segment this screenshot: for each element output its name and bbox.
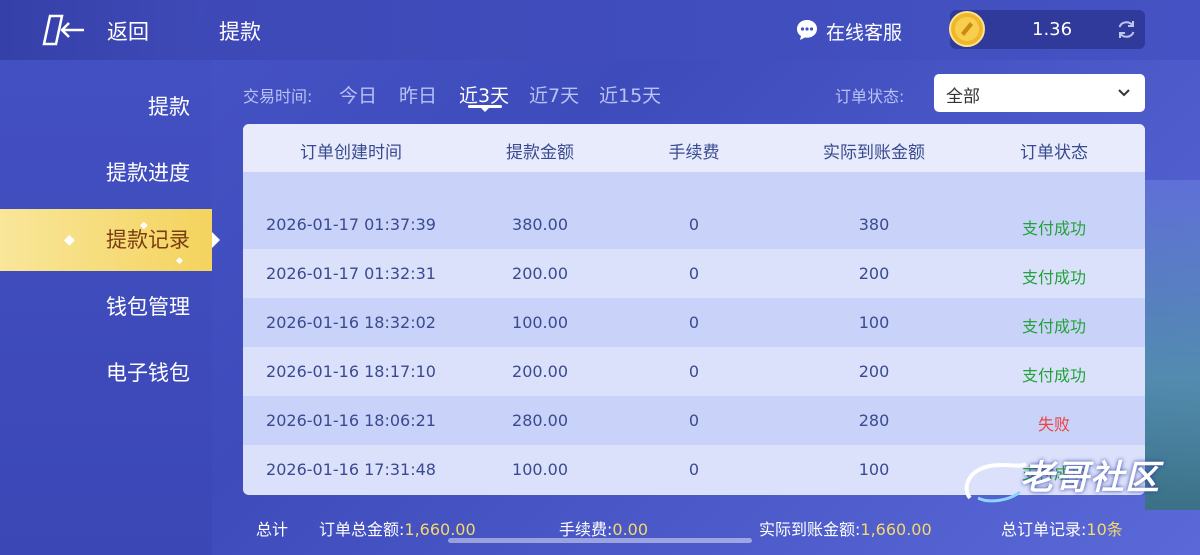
cell-amount: 200.00 (512, 264, 568, 283)
sparkle-icon: ◆ (64, 232, 75, 248)
coin-icon (949, 11, 985, 47)
cell-time: 2026-01-16 17:31:48 (266, 460, 436, 479)
time-filter-label: 交易时间: (243, 87, 313, 106)
cell-actual: 380 (858, 215, 890, 234)
table-spacer-row (243, 172, 1145, 200)
cell-status: 支付成功 (1021, 219, 1087, 238)
cell-amount: 100.00 (512, 313, 568, 332)
chevron-down-icon (1118, 89, 1130, 97)
cell-actual: 280 (858, 411, 890, 430)
records-value: 10条 (1086, 520, 1123, 539)
order-total-summary: 订单总金额:1,660.00 (319, 516, 476, 540)
cell-actual: 100 (858, 313, 890, 332)
tab-last-15-days[interactable]: 近15天 (599, 81, 661, 108)
cell-actual: 100 (858, 460, 890, 479)
cell-time: 2026-01-17 01:37:39 (266, 215, 436, 234)
sparkle-icon: ◆ (176, 256, 183, 266)
cell-fee: 0 (688, 313, 700, 332)
column-header-fee: 手续费 (668, 143, 720, 163)
fee-summary: 手续费:0.00 (559, 516, 648, 540)
cell-fee: 0 (688, 362, 700, 381)
cell-actual: 200 (858, 264, 890, 283)
sidebar-item-wallet-management[interactable]: 钱包管理 (0, 276, 212, 338)
watermark-text: 老哥社区 (1020, 458, 1160, 498)
column-header-actual: 实际到账金额 (823, 143, 925, 163)
sparkle-icon: ◆ (140, 220, 148, 231)
actual-summary: 实际到账金额:1,660.00 (759, 516, 932, 540)
cell-fee: 0 (688, 264, 700, 283)
actual-value: 1,660.00 (860, 520, 932, 539)
tab-yesterday[interactable]: 昨日 (399, 81, 437, 108)
refresh-icon[interactable] (1116, 19, 1137, 40)
order-total-value: 1,660.00 (404, 520, 476, 539)
cell-time: 2026-01-16 18:32:02 (266, 313, 436, 332)
status-dropdown[interactable]: 全部 (934, 74, 1145, 112)
cell-status: 支付成功 (1021, 317, 1087, 336)
cell-amount: 280.00 (512, 411, 568, 430)
fee-label: 手续费: (559, 520, 613, 539)
status-filter-label: 订单状态: (835, 87, 905, 106)
balance-value: 1.36 (1032, 19, 1073, 40)
records-table: 订单创建时间 提款金额 手续费 实际到账金额 订单状态 2026-01-17 0… (243, 124, 1145, 495)
balance-box: 1.36 (949, 10, 1145, 49)
tab-last-3-days[interactable]: 近3天 (459, 81, 509, 108)
back-button[interactable]: 返回 (107, 16, 149, 46)
sidebar-item-e-wallet[interactable]: 电子钱包 (0, 342, 212, 404)
back-arrow-icon[interactable] (42, 12, 90, 48)
cell-time: 2026-01-16 18:17:10 (266, 362, 436, 381)
records-summary: 总订单记录:10条 (1001, 516, 1123, 540)
cell-time: 2026-01-16 18:06:21 (266, 411, 436, 430)
status-dropdown-value: 全部 (946, 87, 980, 107)
cell-time: 2026-01-17 01:32:31 (266, 264, 436, 283)
cell-actual: 200 (858, 362, 890, 381)
column-header-time: 订单创建时间 (300, 143, 402, 163)
cell-amount: 100.00 (512, 460, 568, 479)
table-row[interactable]: 2026-01-16 18:17:10 200.00 0 200 支付成功 (243, 347, 1145, 396)
table-row[interactable]: 2026-01-16 18:32:02 100.00 0 100 支付成功 (243, 298, 1145, 347)
chat-icon[interactable] (796, 19, 818, 41)
page-title: 提款 (219, 20, 261, 44)
order-total-label: 订单总金额: (319, 520, 405, 539)
cell-status: 失败 (1037, 415, 1071, 434)
tab-today[interactable]: 今日 (339, 81, 377, 108)
tab-last-7-days[interactable]: 近7天 (529, 81, 579, 108)
active-indicator-arrow (212, 232, 220, 248)
cell-fee: 0 (688, 460, 700, 479)
customer-service-link[interactable]: 在线客服 (826, 18, 902, 45)
column-header-amount: 提款金额 (506, 143, 574, 163)
cell-amount: 380.00 (512, 215, 568, 234)
fee-value: 0.00 (612, 520, 649, 539)
table-header: 订单创建时间 提款金额 手续费 实际到账金额 订单状态 (243, 124, 1145, 172)
table-row[interactable]: 2026-01-17 01:37:39 380.00 0 380 支付成功 (243, 200, 1145, 249)
home-indicator[interactable] (448, 538, 752, 543)
cell-amount: 200.00 (512, 362, 568, 381)
cell-fee: 0 (688, 411, 700, 430)
table-row[interactable]: 2026-01-17 01:32:31 200.00 0 200 支付成功 (243, 249, 1145, 298)
actual-label: 实际到账金额: (759, 520, 861, 539)
top-bar: 返回 提款 在线客服 1.36 (0, 0, 1200, 60)
sidebar-item-withdraw-progress[interactable]: 提款进度 (0, 142, 212, 204)
cell-status: 支付成功 (1021, 366, 1087, 385)
records-label: 总订单记录: (1001, 520, 1087, 539)
cell-status: 支付成功 (1021, 268, 1087, 287)
total-label: 总计 (256, 520, 289, 539)
cell-fee: 0 (688, 215, 700, 234)
back-area[interactable]: 返回 (0, 0, 210, 60)
active-tab-notch (480, 107, 490, 112)
table-row[interactable]: 2026-01-16 18:06:21 280.00 0 280 失败 (243, 396, 1145, 445)
sidebar-item-withdraw[interactable]: 提款 (0, 76, 212, 138)
column-header-status: 订单状态 (1020, 143, 1088, 163)
